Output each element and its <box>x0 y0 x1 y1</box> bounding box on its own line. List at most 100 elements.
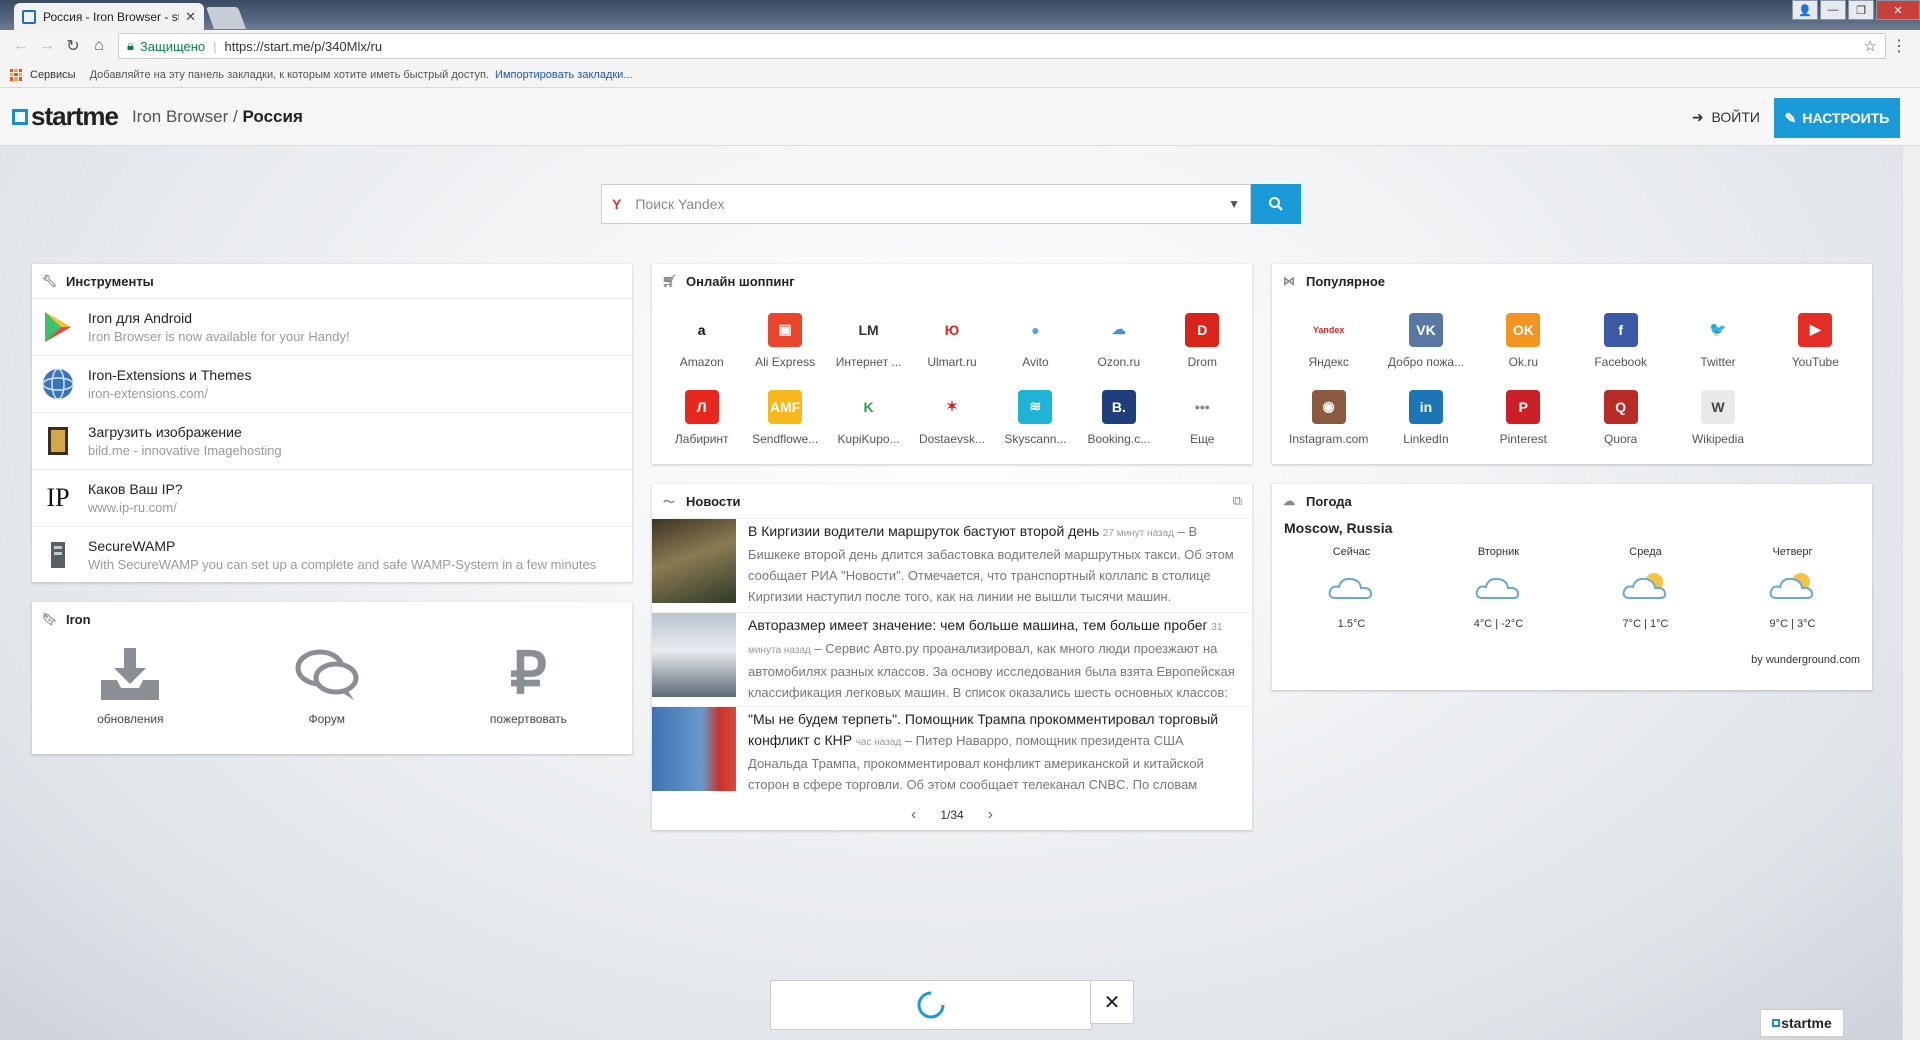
tool-title: Загрузить изображение <box>88 424 242 440</box>
maximize-button[interactable]: ❐ <box>1848 0 1874 20</box>
popular-widget: ⋈ Популярное Yandex Яндекс VK Добро пожа... O… <box>1272 264 1872 464</box>
close-window-button[interactable]: ✕ <box>1876 0 1920 20</box>
tool-item-securewamp[interactable]: SecureWAMP With SecureWAMP you can set up… <box>32 526 632 583</box>
popular-item[interactable]: Q Quora <box>1572 379 1669 456</box>
popular-item[interactable]: in LinkedIn <box>1377 379 1474 456</box>
shopping-item[interactable]: ▣ Ali Express <box>743 302 826 379</box>
shopping-logo-icon: D <box>1185 312 1220 347</box>
shopping-title: Онлайн шоппинг <box>686 273 795 289</box>
forward-icon[interactable]: → <box>34 37 60 55</box>
browser-menu-icon[interactable]: ⋮ <box>1886 36 1912 56</box>
weather-temp: 1.5°C <box>1337 618 1366 630</box>
popular-item[interactable]: P Pinterest <box>1475 379 1572 456</box>
browser-tab[interactable]: Россия - Iron Browser - start.me ✕ <box>14 3 204 30</box>
weather-temp: 7°C | 1°C <box>1622 618 1669 630</box>
shopping-item[interactable]: B. Booking.c... <box>1077 379 1160 456</box>
login-button[interactable]: ➜ ВОЙТИ <box>1692 88 1760 146</box>
tool-title: Iron-Extensions и Themes <box>88 367 252 383</box>
popular-item[interactable]: ◉ Instagram.com <box>1280 379 1377 456</box>
home-icon[interactable]: ⌂ <box>86 37 112 55</box>
forum-link[interactable]: Форум <box>294 646 360 726</box>
startme-header: startme Iron Browser / Россия ➜ ВОЙТИ ✎ НА… <box>0 88 1920 146</box>
tool-subtitle: iron-extensions.com/ <box>88 386 208 401</box>
tool-item-iron-extensions[interactable]: Iron-Extensions и Themes iron-extensions.… <box>32 355 632 412</box>
shopping-item[interactable]: ≋ Skyscann... <box>994 379 1077 456</box>
popular-item[interactable]: Yandex Яндекс <box>1280 302 1377 379</box>
chevron-left-icon[interactable]: ‹ <box>911 806 916 824</box>
donate-link[interactable]: ₽ пожертвовать <box>490 645 567 727</box>
popular-item[interactable]: 🐦 Twitter <box>1669 302 1766 379</box>
shopping-logo-icon: a <box>684 312 719 347</box>
shopping-item[interactable]: K KupiKupo... <box>827 379 910 456</box>
shopping-item[interactable]: ✶ Dostaevsk... <box>910 379 993 456</box>
weather-temp: 9°C | 3°C <box>1769 618 1816 630</box>
news-item[interactable]: Авторазмер имеет значение: чем больше ма… <box>652 612 1252 706</box>
shopping-item[interactable]: Ю Ulmart.ru <box>910 302 993 379</box>
popular-logo-icon: 🐦 <box>1700 312 1735 347</box>
shopping-item[interactable]: ☁ Ozon.ru <box>1077 302 1160 379</box>
rss-icon: 〜 <box>662 494 675 509</box>
popular-logo-icon: f <box>1603 312 1638 347</box>
weather-credit[interactable]: by wunderground.com <box>1272 630 1872 666</box>
tool-item-iron-android[interactable]: Iron для Android Iron Browser is now avai… <box>32 298 632 355</box>
shopping-label: KupiKupo... <box>837 431 900 446</box>
news-thumbnail <box>652 519 736 603</box>
search-button[interactable] <box>1251 184 1301 224</box>
shopping-item[interactable]: D Drom <box>1161 302 1244 379</box>
tool-title: SecureWAMP <box>88 538 176 554</box>
page-scrollbar[interactable] <box>1902 146 1920 1040</box>
weather-header: ☁ Погода <box>1272 484 1872 518</box>
startme-logo[interactable]: startme <box>12 101 119 132</box>
breadcrumb-separator: / <box>233 106 238 126</box>
import-bookmarks-link[interactable]: Импортировать закладки... <box>495 69 632 81</box>
shopping-item[interactable]: Л Лабиринт <box>660 379 743 456</box>
reload-icon[interactable]: ↻ <box>60 36 86 56</box>
search-input[interactable]: Y Поиск Yandex ▼ <box>601 184 1251 224</box>
popular-item[interactable]: f Facebook <box>1572 302 1669 379</box>
tool-item-ip[interactable]: IP Каков Ваш IP? www.ip-ru.com/ <box>32 469 632 526</box>
news-headline: Авторазмер имеет значение: чем больше ма… <box>748 617 1208 633</box>
chevron-down-icon[interactable]: ▼ <box>1228 197 1240 211</box>
close-loading-button[interactable]: ✕ <box>1090 980 1134 1024</box>
search-box: Y Поиск Yandex ▼ <box>601 184 1301 224</box>
shopping-label: Лабиринт <box>674 431 729 446</box>
shopping-logo-icon: B. <box>1101 389 1136 424</box>
customize-button[interactable]: ✎ НАСТРОИТЬ <box>1774 98 1900 138</box>
shopping-item[interactable]: a Amazon <box>660 302 743 379</box>
startme-footer-logo[interactable]: startme <box>1760 1009 1844 1037</box>
back-icon[interactable]: ← <box>8 37 34 55</box>
chevron-right-icon[interactable]: › <box>988 806 993 824</box>
shopping-logo-icon: ✶ <box>934 389 969 424</box>
popular-item[interactable]: OK Ok.ru <box>1475 302 1572 379</box>
shopping-item[interactable]: LM Интернет ... <box>827 302 910 379</box>
weather-title: Погода <box>1306 493 1352 509</box>
popular-title: Популярное <box>1306 273 1386 289</box>
startme-favicon-icon <box>22 9 36 24</box>
tool-title: Каков Ваш IP? <box>88 481 183 497</box>
shopping-label: Интернет ... <box>835 354 902 369</box>
services-link[interactable]: Сервисы <box>30 69 76 81</box>
weather-day-name: Среда <box>1629 546 1662 558</box>
shopping-item[interactable]: AMF Sendflowe... <box>743 379 826 456</box>
page-owner: Iron Browser <box>131 106 229 126</box>
popular-item[interactable]: W Wikipedia <box>1669 379 1766 456</box>
tool-item-upload-image[interactable]: Загрузить изображение bild.me - innovativ… <box>32 412 632 469</box>
minimize-button[interactable]: — <box>1820 0 1846 20</box>
news-item[interactable]: "Мы не будем терпеть". Помощник Трампа п… <box>652 706 1252 800</box>
shopping-item[interactable]: ••• Еще <box>1161 379 1244 456</box>
bookmark-star-icon[interactable]: ☆ <box>1864 37 1877 55</box>
weather-day-name: Вторник <box>1477 546 1520 558</box>
apps-grid-icon[interactable] <box>10 68 22 81</box>
popular-item[interactable]: VK Добро пожа... <box>1377 302 1474 379</box>
new-tab-button[interactable] <box>205 7 247 29</box>
popular-item[interactable]: ▶ YouTube <box>1767 302 1864 379</box>
news-item[interactable]: В Киргизии водители маршруток бастуют вт… <box>652 518 1252 612</box>
profile-icon[interactable]: 👤 <box>1792 0 1818 20</box>
shopping-item[interactable]: ● Avito <box>994 302 1077 379</box>
external-link-icon[interactable]: ⧉ <box>1233 493 1242 509</box>
close-tab-icon[interactable]: ✕ <box>185 9 196 25</box>
updates-link[interactable]: обновления <box>97 646 164 726</box>
footer-logo-text: startme <box>1781 1015 1832 1031</box>
url-field[interactable]: 🔒︎ Защищено | https://start.me/p/340Mlx/… <box>118 33 1886 59</box>
news-headline: В Киргизии водители маршруток бастуют вт… <box>748 523 1100 539</box>
